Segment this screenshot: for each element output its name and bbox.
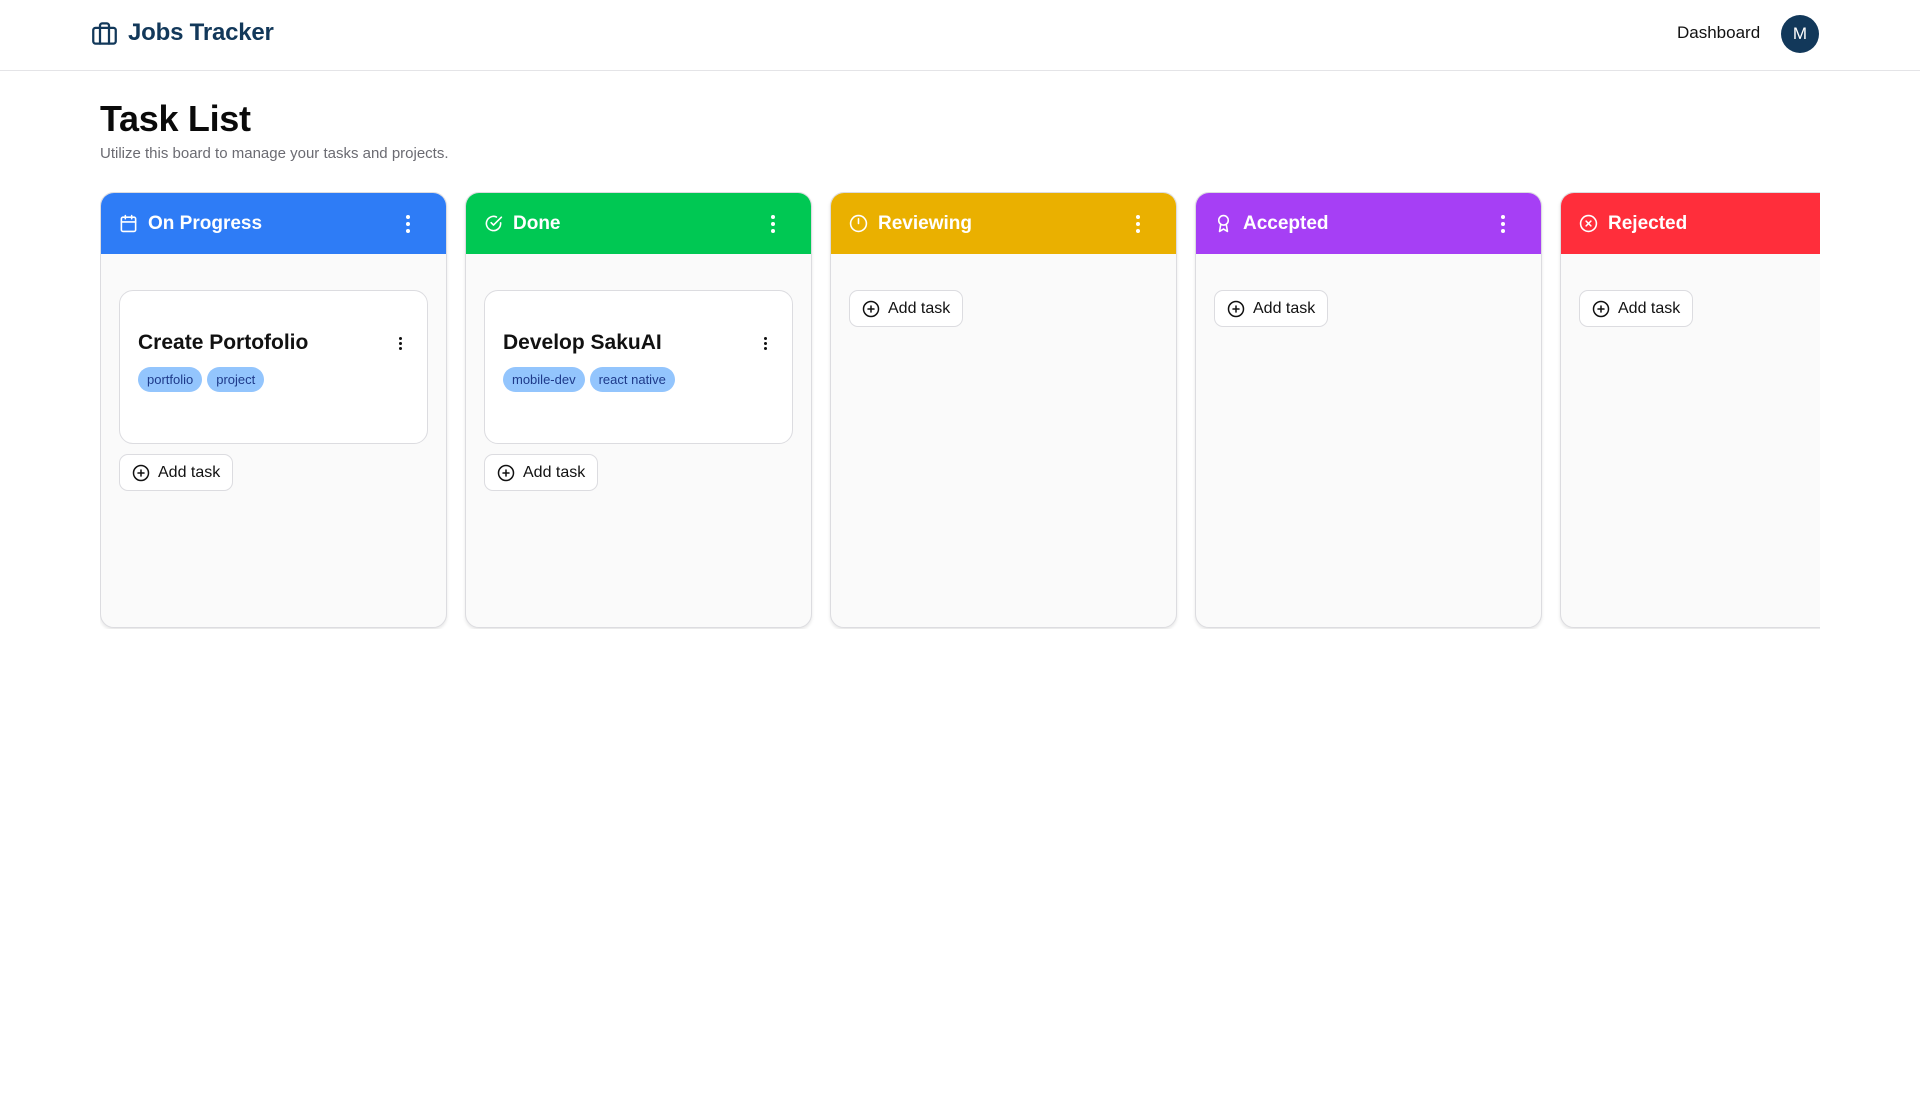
kanban-board: On Progress Create Portofolio portfolio … — [100, 192, 1820, 629]
task-tags: mobile-dev react native — [503, 367, 774, 392]
plus-circle-icon — [1592, 300, 1610, 317]
task-tags: portfolio project — [138, 367, 409, 392]
column-title: Reviewing — [878, 212, 972, 234]
column-body: Create Portofolio portfolio project Add … — [101, 254, 446, 491]
plus-circle-icon — [497, 464, 515, 481]
brand-name: Jobs Tracker — [128, 19, 274, 46]
column-header: Rejected — [1561, 193, 1820, 254]
award-icon — [1217, 214, 1230, 233]
add-task-button[interactable]: Add task — [119, 454, 234, 491]
column-title: Rejected — [1608, 212, 1688, 234]
brand-link[interactable]: Jobs Tracker — [91, 16, 274, 50]
nav-dashboard-link[interactable]: Dashboard — [1677, 23, 1760, 43]
user-avatar[interactable]: M — [1781, 15, 1819, 53]
task-menu-button[interactable] — [760, 333, 770, 353]
calendar-icon — [120, 214, 137, 233]
add-task-button[interactable]: Add task — [1579, 290, 1694, 327]
task-tag: project — [207, 367, 265, 392]
add-task-button[interactable]: Add task — [1214, 290, 1329, 327]
column-title: On Progress — [148, 212, 263, 234]
page-subtitle: Utilize this board to manage your tasks … — [100, 145, 449, 162]
task-menu-button[interactable] — [395, 333, 405, 353]
column-on-progress: On Progress Create Portofolio portfolio … — [100, 192, 447, 628]
task-title: Develop SakuAI — [503, 331, 662, 354]
column-accepted: Accepted Add task — [1195, 192, 1542, 628]
column-header: Done — [466, 193, 811, 254]
column-header: Reviewing — [831, 193, 1176, 254]
add-task-label: Add task — [158, 463, 221, 481]
column-header: On Progress — [101, 193, 446, 254]
add-task-label: Add task — [523, 463, 586, 481]
briefcase-icon — [92, 21, 117, 45]
plus-circle-icon — [862, 300, 880, 317]
plus-circle-icon — [132, 464, 150, 481]
column-title: Done — [513, 212, 561, 234]
task-tag: react native — [589, 367, 675, 392]
column-menu-button[interactable] — [1126, 209, 1150, 239]
column-body: Add task — [1196, 254, 1541, 327]
column-menu-button[interactable] — [396, 209, 420, 239]
add-task-label: Add task — [1253, 299, 1316, 317]
add-task-button[interactable]: Add task — [484, 454, 599, 491]
clock-icon — [849, 214, 868, 233]
x-circle-icon — [1579, 214, 1598, 233]
column-rejected: Rejected Add task — [1560, 192, 1820, 628]
column-done: Done Develop SakuAI mobile-dev react nat… — [465, 192, 812, 628]
page-title: Task List — [100, 98, 251, 139]
task-card[interactable]: Develop SakuAI mobile-dev react native — [484, 290, 793, 444]
task-title: Create Portofolio — [138, 331, 309, 354]
task-card[interactable]: Create Portofolio portfolio project — [119, 290, 428, 444]
add-task-label: Add task — [1618, 299, 1681, 317]
column-menu-button[interactable] — [761, 209, 785, 239]
task-tag: portfolio — [138, 367, 203, 392]
top-navbar: Jobs Tracker Dashboard M — [0, 0, 1920, 71]
column-body: Develop SakuAI mobile-dev react native A… — [466, 254, 811, 491]
add-task-button[interactable]: Add task — [849, 290, 964, 327]
task-tag: mobile-dev — [503, 367, 585, 392]
add-task-label: Add task — [888, 299, 951, 317]
column-reviewing: Reviewing Add task — [830, 192, 1177, 628]
column-body: Add task — [1561, 254, 1820, 327]
column-header: Accepted — [1196, 193, 1541, 254]
column-title: Accepted — [1243, 212, 1329, 234]
column-menu-button[interactable] — [1491, 209, 1515, 239]
check-circle-icon — [485, 215, 503, 232]
column-body: Add task — [831, 254, 1176, 327]
plus-circle-icon — [1227, 300, 1245, 317]
